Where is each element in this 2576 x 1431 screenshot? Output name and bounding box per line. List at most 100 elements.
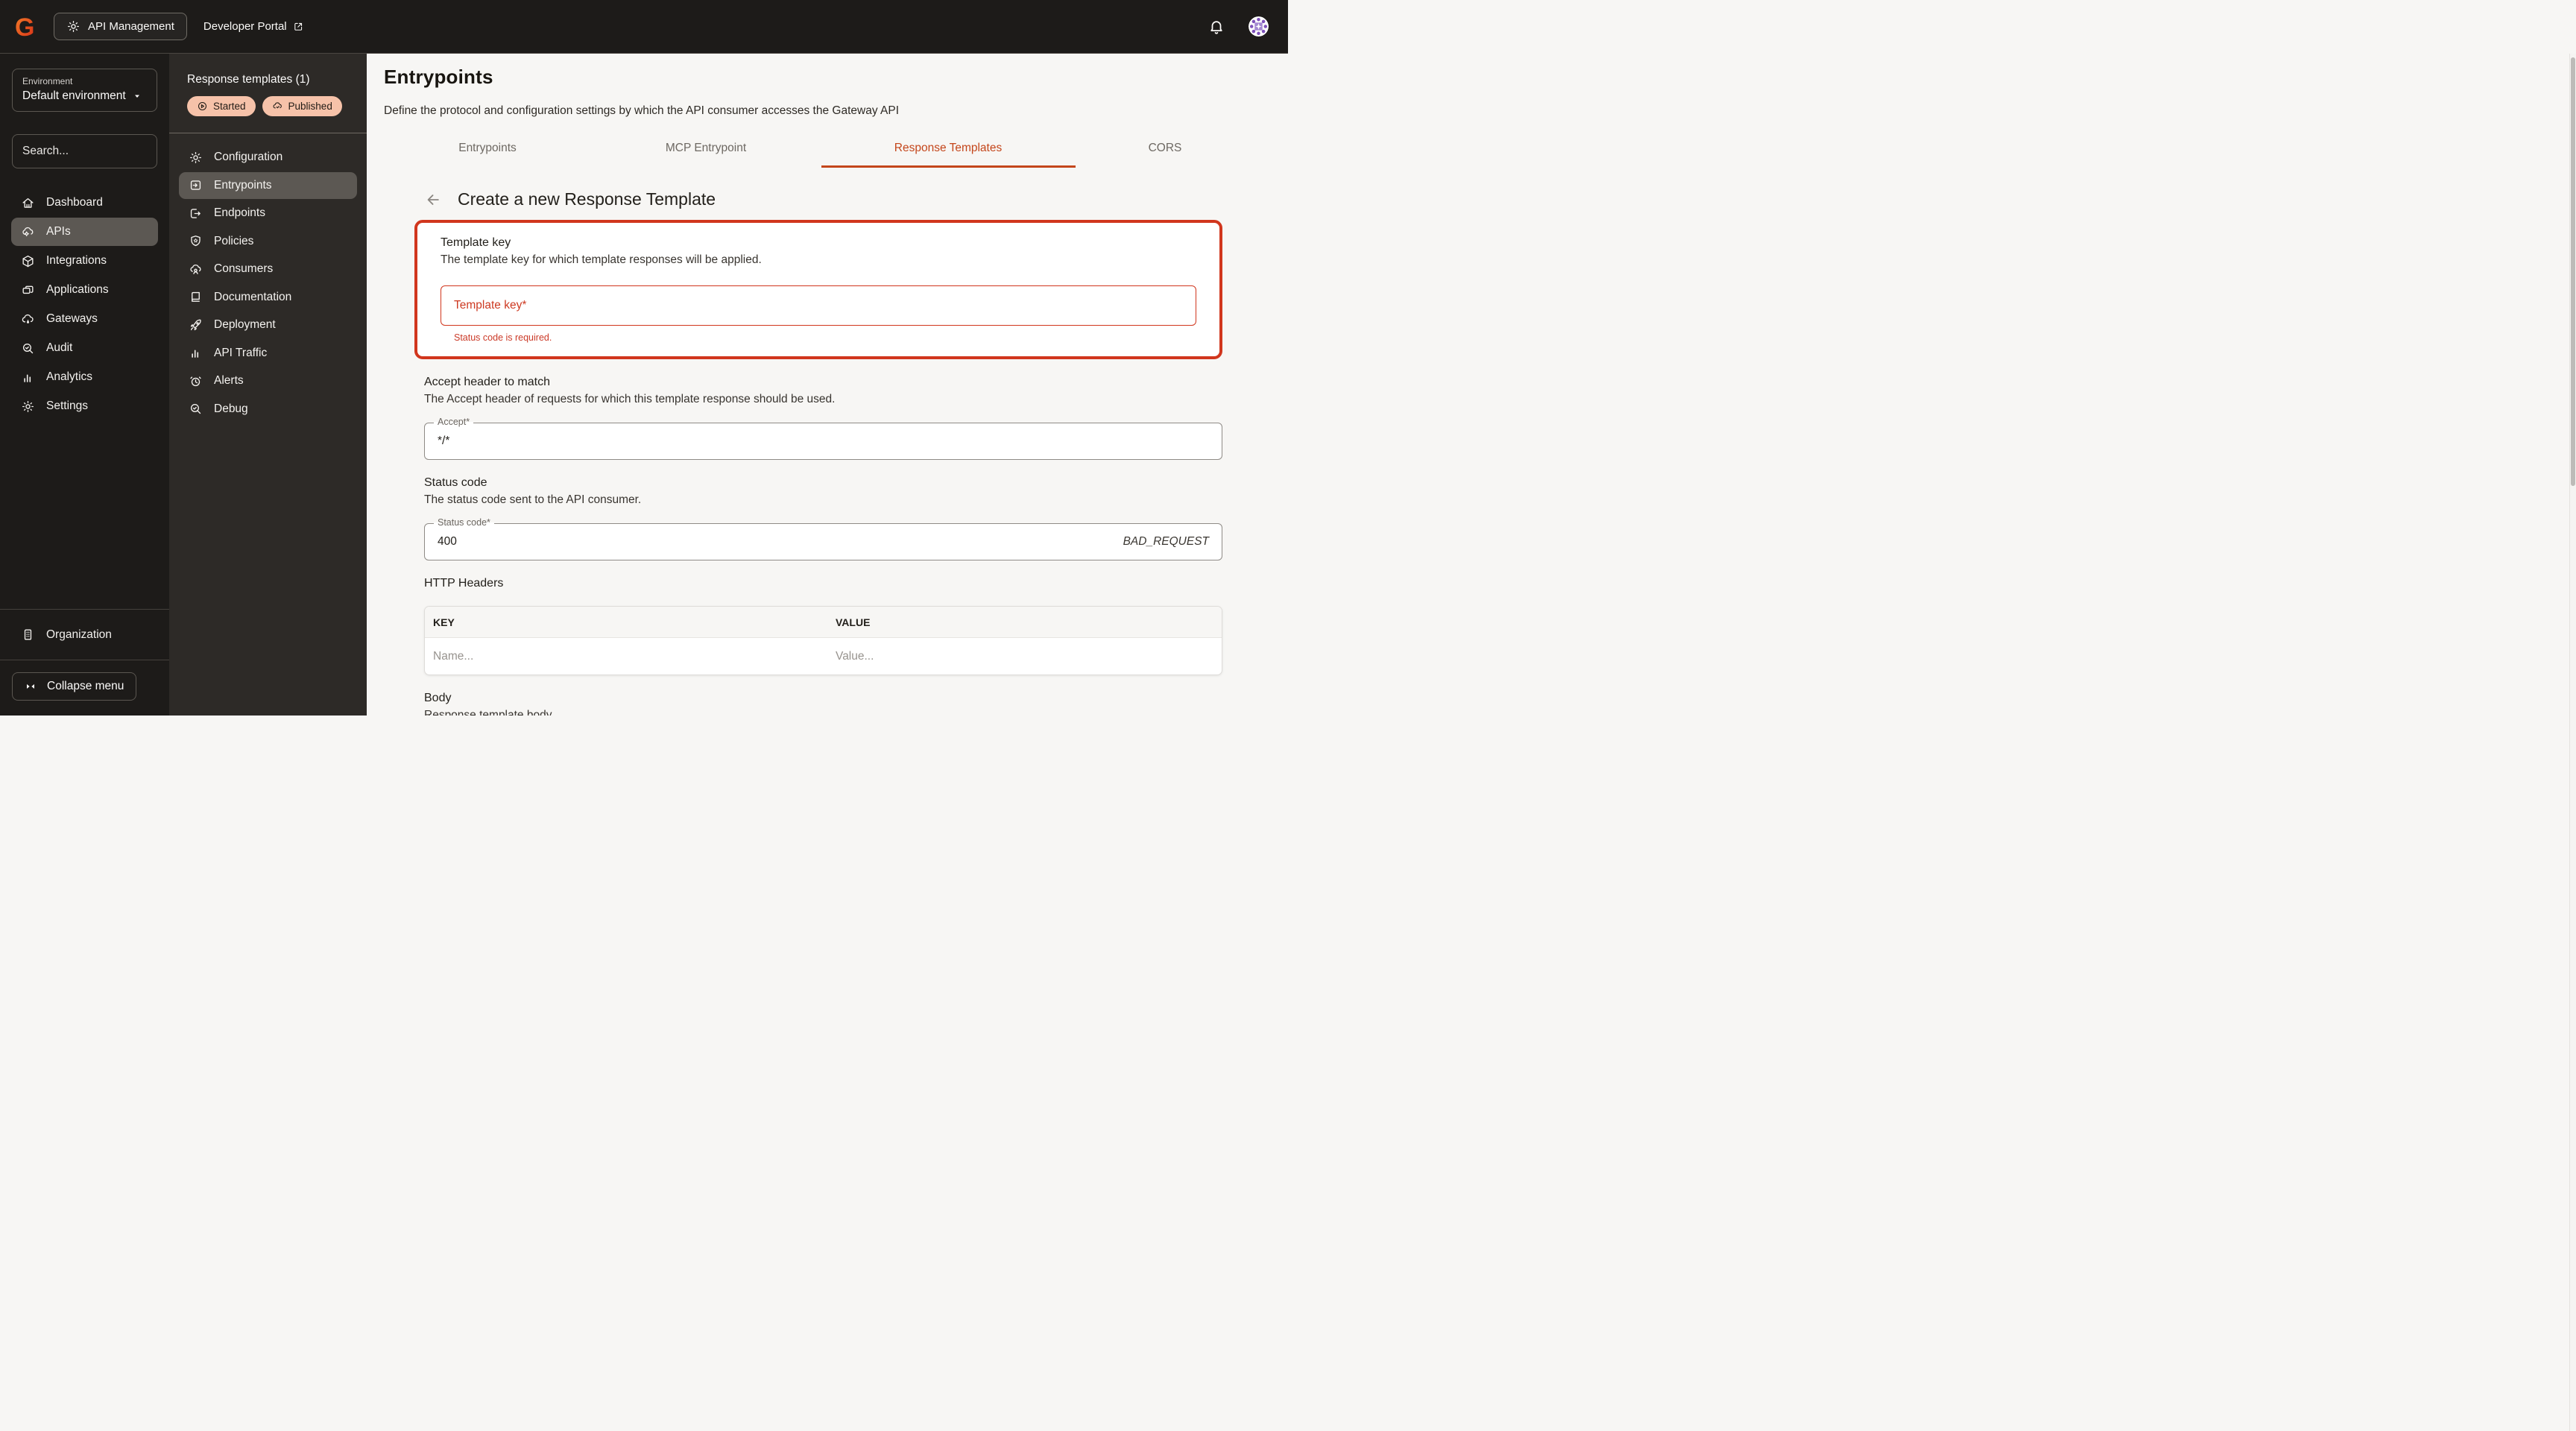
menu-item-api-traffic[interactable]: API Traffic [179,340,357,367]
http-headers-heading: HTTP Headers [424,577,504,590]
api-management-button[interactable]: API Management [54,13,187,40]
developer-portal-link[interactable]: Developer Portal [203,20,304,33]
menu-item-deployment[interactable]: Deployment [179,312,357,338]
accept-section: Accept header to match The Accept header… [424,376,1222,460]
book-icon [189,290,203,304]
sidebar-item-dashboard[interactable]: Dashboard [11,189,158,217]
rocket-icon [189,318,203,332]
box-arrow-in-icon [189,178,203,192]
menu-item-label: Debug [214,402,248,415]
menu-item-documentation[interactable]: Documentation [179,284,357,311]
body-heading: Body [424,692,452,704]
menu-item-alerts[interactable]: Alerts [179,367,357,394]
menu-item-label: Deployment [214,318,276,331]
sidebar-search[interactable] [12,134,171,168]
sidebar-item-analytics[interactable]: Analytics [11,363,158,391]
alarm-clock-icon [189,374,203,388]
menu-item-configuration[interactable]: Configuration [179,144,357,171]
http-headers-section: HTTP Headers KEY VALUE [424,577,1222,675]
page-scrollbar-thumb[interactable] [2570,57,2575,486]
sidebar-item-applications[interactable]: Applications [11,276,158,304]
notifications-bell-icon[interactable] [1208,19,1225,35]
menu-item-endpoints[interactable]: Endpoints [179,200,357,227]
svg-text:G: G [15,13,34,40]
sidebar-item-audit[interactable]: Audit [11,334,158,362]
column-header-key: KEY [433,616,455,628]
sidebar-item-label: Integrations [46,254,107,267]
search-input[interactable] [22,145,171,158]
collapse-menu-label: Collapse menu [47,680,124,692]
cloud-check-icon [272,101,283,112]
accept-input[interactable] [438,435,1209,448]
sidebar-item-integrations[interactable]: Integrations [11,247,158,275]
create-template-title: Create a new Response Template [458,189,716,209]
tab-bar: Entrypoints MCP Entrypoint Response Templa… [367,131,1288,170]
status-code-hint: BAD_REQUEST [1123,535,1209,548]
menu-item-label: API Traffic [214,346,268,359]
menu-item-entrypoints[interactable]: Entrypoints [179,171,357,199]
api-status-badges: Started Published [169,86,367,116]
tab-mcp-entrypoint[interactable]: MCP Entrypoint [666,142,746,155]
header-value-input[interactable] [836,649,1213,663]
template-key-error-text: Status code is required. [454,332,552,343]
gear-icon [66,19,80,34]
status-code-heading: Status code [424,476,487,489]
building-icon [21,628,35,642]
badge-label: Published [288,101,332,112]
bar-chart-icon [21,370,35,385]
environment-selector[interactable]: Environment Default environment [12,69,157,112]
sidebar-item-gateways[interactable]: Gateways [11,305,158,333]
sidebar-item-label: Analytics [46,370,93,383]
menu-item-label: Configuration [214,151,283,163]
template-key-input[interactable] [454,299,1183,312]
windows-icon [21,283,35,297]
http-headers-table-head: KEY VALUE [425,607,1222,638]
api-menu-nav: Configuration Entrypoints Endpoints Policie… [169,144,367,423]
active-tab-underline [821,165,1076,168]
api-menu-panel: Response templates (1) Started Published … [169,54,367,716]
menu-item-debug[interactable]: Debug [179,396,357,423]
sidebar-item-label: Applications [46,283,109,296]
tab-cors[interactable]: CORS [1149,142,1182,155]
tab-response-templates[interactable]: Response Templates [894,142,1002,155]
menu-item-label: Endpoints [214,206,265,219]
gravitee-logo-icon: G [13,13,40,40]
menu-item-label: Consumers [214,262,274,275]
menu-item-label: Documentation [214,290,292,303]
sidebar-item-label: Audit [46,341,73,354]
page-scrollbar-track[interactable] [2569,54,2576,1431]
menu-item-consumers[interactable]: Consumers [179,256,357,282]
sidebar-item-label: Dashboard [46,196,103,209]
menu-item-policies[interactable]: Policies [179,228,357,255]
status-code-input[interactable] [438,535,1123,549]
column-header-value: VALUE [836,616,871,628]
collapse-icon [25,680,37,692]
back-arrow-icon[interactable] [425,192,441,208]
status-badge-started: Started [187,96,256,116]
template-key-description: The template key for which template resp… [441,253,762,266]
api-management-label: API Management [88,20,174,33]
main-content: Entrypoints Define the protocol and conf… [367,54,1288,716]
header-key-input[interactable] [433,649,819,663]
sidebar-nav: Dashboard APIs Integrations Applications Gat… [0,188,169,421]
user-avatar[interactable] [1248,16,1269,37]
tab-entrypoints[interactable]: Entrypoints [458,142,517,155]
badge-label: Started [213,101,246,112]
accept-description: The Accept header of requests for which … [424,393,836,405]
collapse-menu-button[interactable]: Collapse menu [12,672,137,701]
sidebar-item-settings[interactable]: Settings [11,392,158,420]
sidebar-item-organization[interactable]: Organization [0,610,169,660]
sidebar-item-label: Gateways [46,312,98,325]
gear-icon [21,399,35,414]
search-check-icon [189,402,203,416]
http-headers-table: KEY VALUE [424,606,1222,675]
topbar: G API Management Developer Portal [0,0,1288,54]
accept-field-label: Accept* [434,417,474,427]
body-section: Body Response template body. [424,692,1222,716]
sidebar-item-apis[interactable]: APIs [11,218,158,246]
sidebar-item-label: APIs [46,225,71,238]
accept-field: Accept* [424,417,1222,460]
gear-icon [189,151,203,165]
menu-item-label: Alerts [214,374,244,387]
template-key-heading: Template key [441,236,511,249]
